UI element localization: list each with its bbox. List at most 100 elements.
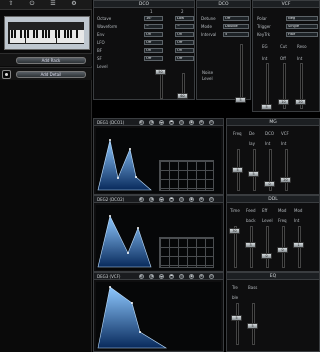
eq-bass-slider[interactable]: 5 — [247, 323, 258, 329]
mode-select[interactable]: Double — [223, 24, 249, 29]
eg3-tool-icon[interactable]: ⊕ — [199, 274, 204, 279]
dco1-env-select[interactable]: On — [144, 32, 163, 37]
vcf-keytrk-select[interactable]: Half — [286, 32, 318, 37]
eg2-header: DEG2 (DCO2) ◐ ◑ ◒ ◓ ◎ ◉ ⊕ ⊙ — [94, 196, 223, 203]
eg2-tool-icon[interactable]: ◎ — [179, 197, 184, 202]
eg3-tool-icon[interactable]: ◓ — [169, 274, 174, 279]
eg3-header: DEG3 (VCF) ◐ ◑ ◒ ◓ ◎ ◉ ⊕ ⊙ — [94, 273, 223, 280]
black-key — [11, 30, 14, 38]
dco2-level-slider[interactable]: 60 — [177, 93, 188, 99]
dco-common-panel: DCO Noise Level 5 Detune Off Mode Double Int… — [196, 0, 251, 103]
power-icon[interactable]: ⏻ — [25, 1, 39, 9]
eg1-tool-icon[interactable]: ◓ — [169, 120, 174, 125]
black-key — [26, 30, 29, 38]
eg1-tool-icon[interactable]: ⊙ — [209, 120, 214, 125]
dco-row-label: Level — [97, 64, 108, 69]
mg-dco-slider[interactable]: 0 — [264, 181, 275, 187]
eg1-tool-icon[interactable]: ◒ — [159, 120, 164, 125]
eg3-tool-icon[interactable]: ◐ — [139, 274, 144, 279]
mg-col-sublabel: Int — [281, 141, 287, 146]
detune-select[interactable]: Off — [223, 16, 249, 21]
dco2-waveform-select[interactable]: ~ — [175, 24, 194, 29]
eg1-tool-icon[interactable]: ◐ — [139, 120, 144, 125]
eg1-tool-icon[interactable]: ◑ — [149, 120, 154, 125]
power-icon[interactable] — [2, 70, 11, 79]
eg3-tool-icon[interactable]: ◒ — [159, 274, 164, 279]
ddl-col-label: Mod — [294, 208, 303, 213]
black-key — [32, 30, 35, 38]
eg3-panel: DEG3 (VCF) ◐ ◑ ◒ ◓ ◎ ◉ ⊕ ⊙ — [93, 272, 224, 352]
eg2-tool-icon[interactable]: ◐ — [139, 197, 144, 202]
eg-label: EG — [262, 44, 268, 49]
gear-icon[interactable]: ⚙ — [67, 1, 81, 9]
eg3-tool-icon[interactable]: ◎ — [179, 274, 184, 279]
black-key — [66, 30, 69, 38]
cutoff-slider[interactable]: 10 — [278, 99, 289, 105]
eg1-tool-icon[interactable]: ⊕ — [199, 120, 204, 125]
reso-int-label: Int — [297, 56, 303, 61]
eg3-tool-icon[interactable]: ⊙ — [209, 274, 214, 279]
eg1-envelope-display[interactable] — [96, 128, 221, 193]
eg3-tool-icon[interactable]: ◉ — [189, 274, 194, 279]
dco2-octave-select[interactable]: Low — [175, 16, 194, 21]
store-icon[interactable]: ⇧ — [4, 1, 18, 9]
ddl-mod-slider[interactable]: 1 — [293, 242, 304, 248]
eg2-envelope-display[interactable] — [96, 205, 221, 270]
eg2-tool-icon[interactable]: ◓ — [169, 197, 174, 202]
eg3-tool-icon[interactable]: ◑ — [149, 274, 154, 279]
noise-label: Noise — [202, 70, 214, 75]
interval-select[interactable]: 5 — [223, 32, 249, 37]
eg2-tool-icon[interactable]: ◑ — [149, 197, 154, 202]
dco-col2-label: 2 — [181, 9, 184, 14]
black-key — [63, 30, 66, 38]
ddl-eff-slider[interactable]: 0 — [261, 253, 272, 259]
mg-de-slider[interactable]: 5 — [248, 171, 259, 177]
dco-row-label: Env — [97, 32, 105, 37]
eg2-tool-icon[interactable]: ◒ — [159, 197, 164, 202]
ddl-mod-slider[interactable]: 0 — [277, 247, 288, 253]
mg-vcf-slider[interactable]: 20 — [280, 177, 291, 183]
dco1-sf-select[interactable]: Off — [144, 56, 163, 61]
dco2-bf-select[interactable]: On — [175, 48, 194, 53]
eg2-tool-icon[interactable]: ⊙ — [209, 197, 214, 202]
reso-slider[interactable]: 20 — [295, 99, 306, 105]
vcf-polar-select[interactable]: Neg — [286, 16, 318, 21]
eq-tre-slider[interactable]: 5 — [231, 315, 242, 321]
eg-int-label: Int — [262, 56, 268, 61]
mg-col-sublabel: lay — [249, 141, 255, 146]
black-key — [23, 30, 26, 38]
eq-track — [236, 303, 239, 345]
eg2-tool-icon[interactable]: ⊕ — [199, 197, 204, 202]
vcf-panel: VCF EG Cut Reso Int Off Int 5 10 20 Pola… — [252, 0, 320, 112]
eg3-envelope-display[interactable] — [96, 282, 221, 350]
dco1-level-slider[interactable]: 50 — [155, 69, 166, 75]
ddl-col-sublabel: Freq — [278, 218, 287, 223]
eg1-tool-icon[interactable]: ◎ — [179, 120, 184, 125]
dco-common-row-label: Interval — [201, 32, 217, 37]
list-icon[interactable]: ☰ — [46, 1, 60, 9]
mg-col-label: Freq — [233, 131, 242, 136]
vcf-trigger-select[interactable]: Single — [286, 24, 318, 29]
ddl-track — [266, 226, 269, 268]
ddl-feed-slider[interactable]: 3 — [245, 242, 256, 248]
black-key — [76, 30, 79, 38]
eq-col-label: Bass — [248, 285, 258, 290]
noise-level-slider[interactable]: 5 — [235, 97, 246, 103]
eg1-tool-icon[interactable]: ◉ — [189, 120, 194, 125]
eg2-panel: DEG2 (DCO2) ◐ ◑ ◒ ◓ ◎ ◉ ⊕ ⊙ — [93, 195, 224, 272]
eg2-tool-icon[interactable]: ◉ — [189, 197, 194, 202]
mg-freq-slider[interactable]: 5 — [232, 167, 243, 173]
black-key — [14, 30, 17, 38]
dco1-bf-select[interactable]: On — [144, 48, 163, 53]
add-rack-button[interactable]: Add Rack — [16, 57, 86, 64]
dco1-lfo-select[interactable]: Off — [144, 40, 163, 45]
dco1-waveform-select[interactable]: ~ — [144, 24, 163, 29]
dco2-env-select[interactable]: On — [175, 32, 194, 37]
eg-int-slider[interactable]: 5 — [261, 104, 272, 110]
dco2-lfo-select[interactable]: Off — [175, 40, 194, 45]
dco2-sf-select[interactable]: Off — [175, 56, 194, 61]
dco1-octave-select[interactable]: 16' — [144, 16, 163, 21]
add-detail-button[interactable]: Add Detail — [16, 71, 86, 78]
vcf-row-label: Polar — [257, 16, 267, 21]
ddl-time-slider[interactable]: 30 — [229, 228, 240, 234]
